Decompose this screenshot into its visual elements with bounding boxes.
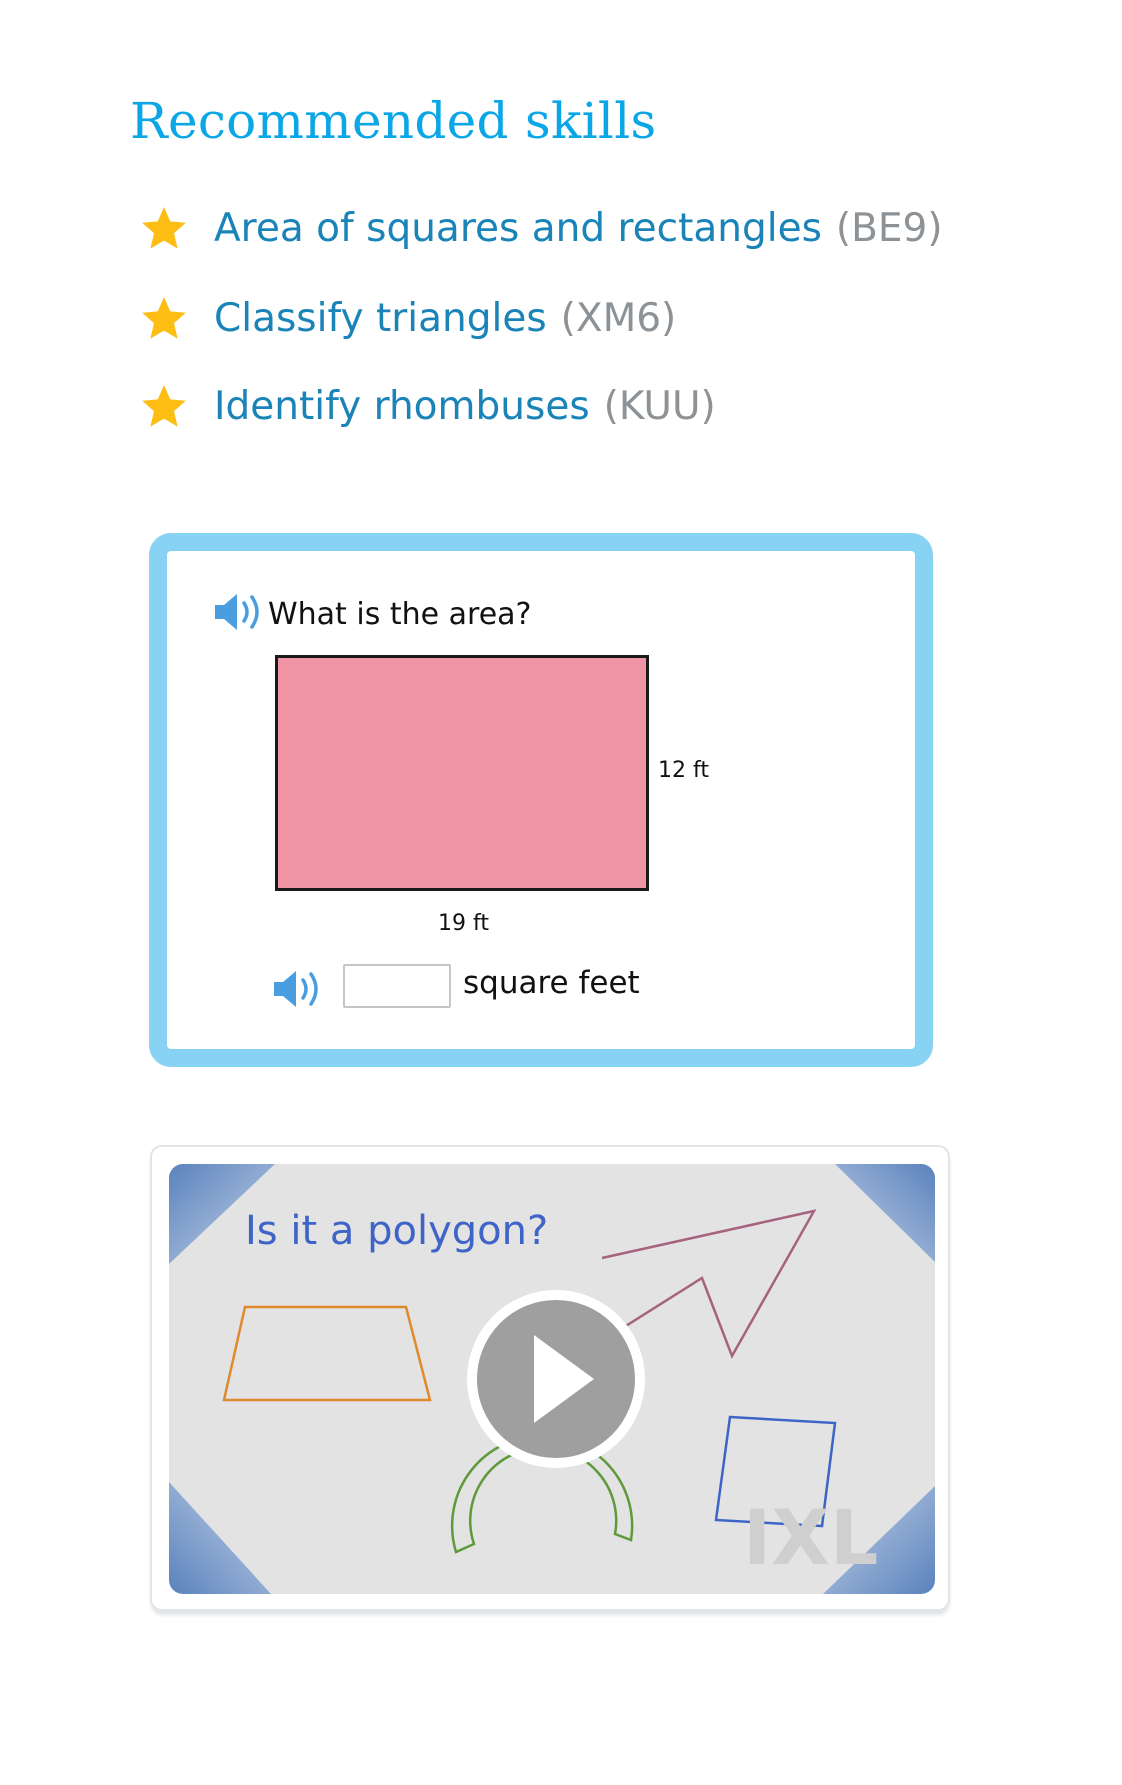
- skill-link[interactable]: Identify rhombuses: [214, 384, 590, 429]
- star-icon: [142, 297, 186, 339]
- speaker-icon[interactable]: [271, 967, 323, 1011]
- skill-link[interactable]: Classify triangles: [214, 296, 547, 341]
- ixl-logo: IXL: [743, 1498, 878, 1574]
- video-title: Is it a polygon?: [245, 1208, 549, 1254]
- skill-code: (XM6): [560, 295, 677, 341]
- page-title: Recommended skills: [130, 92, 657, 150]
- skill-item[interactable]: Area of squares and rectangles (BE9): [140, 205, 943, 251]
- question-prompt: What is the area?: [268, 597, 532, 632]
- skill-link[interactable]: Area of squares and rectangles: [214, 206, 822, 251]
- skill-code: (BE9): [835, 205, 943, 251]
- recommended-skills-list: Area of squares and rectangles (BE9) Cla…: [140, 206, 943, 474]
- svg-text:IXL: IXL: [743, 1498, 878, 1574]
- answer-input[interactable]: [343, 964, 451, 1008]
- skill-item[interactable]: Classify triangles (XM6): [140, 295, 943, 341]
- video-thumbnail[interactable]: Is it a polygon? IXL: [169, 1164, 935, 1594]
- question-card: What is the area? 12 ft 19 ft square fee…: [149, 533, 933, 1067]
- skill-code: (KUU): [603, 383, 716, 429]
- star-icon: [142, 385, 186, 427]
- unit-label: square feet: [463, 965, 640, 1001]
- skill-item[interactable]: Identify rhombuses (KUU): [140, 383, 943, 429]
- bottom-length-label: 19 ft: [438, 911, 489, 936]
- rectangle-figure: [275, 655, 649, 891]
- star-icon: [142, 207, 186, 249]
- play-icon[interactable]: [462, 1285, 650, 1473]
- speaker-icon[interactable]: [212, 590, 264, 634]
- video-card: Is it a polygon? IXL: [150, 1145, 950, 1611]
- side-length-label: 12 ft: [658, 758, 709, 783]
